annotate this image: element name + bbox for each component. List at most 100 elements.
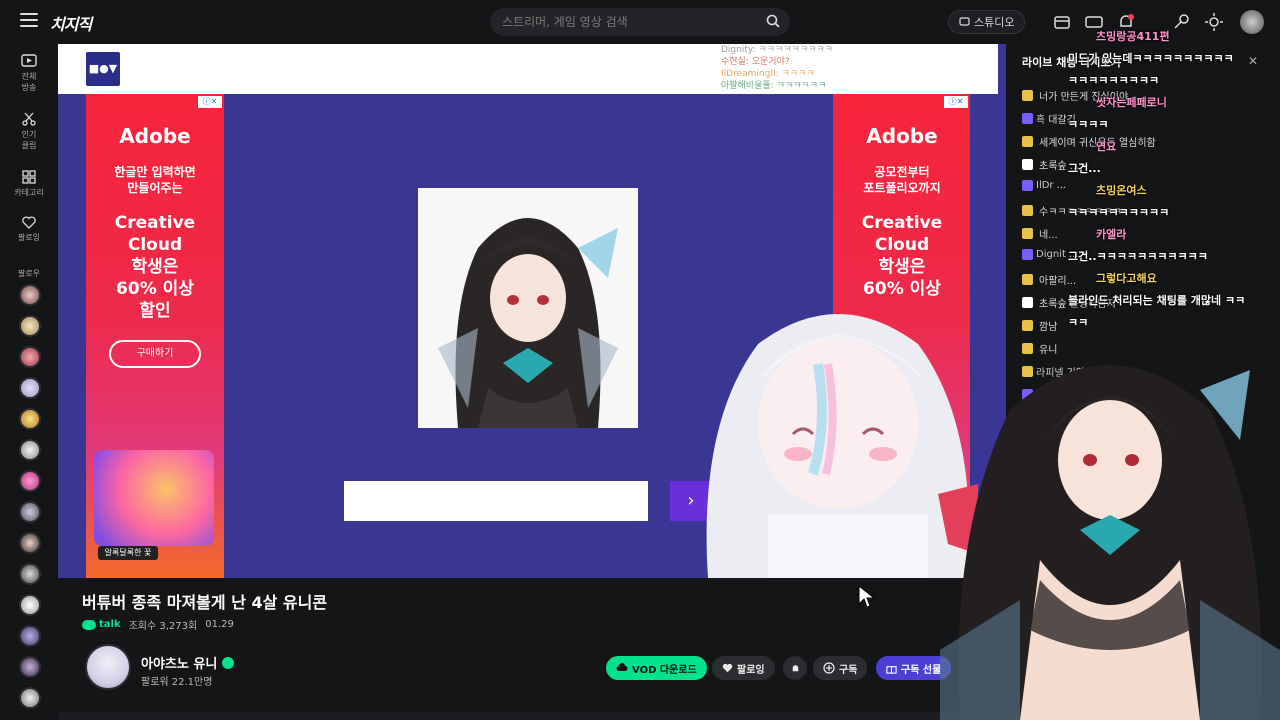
upload-date: 01.29 bbox=[205, 619, 234, 630]
sidebar-item-clips[interactable]: 인기 클립 bbox=[0, 112, 58, 151]
vod-download-button[interactable]: VOD 다운로드 bbox=[606, 656, 707, 680]
chat-text: 아팔리... bbox=[1039, 276, 1077, 287]
overlay-username: 츠밍온여스 bbox=[1096, 184, 1147, 197]
channel-avatar[interactable] bbox=[85, 644, 131, 690]
chat-message: IlDr... bbox=[1022, 180, 1066, 191]
video-title: 버튜버 종족 마져볼게 난 4살 유니콘 bbox=[82, 593, 328, 612]
sun-icon[interactable] bbox=[1204, 12, 1224, 32]
live-icon bbox=[21, 54, 37, 67]
view-count: 조회수 3,273회 bbox=[128, 621, 198, 632]
chat-badge-icon bbox=[1022, 90, 1033, 101]
bell-icon bbox=[792, 664, 798, 671]
followed-channel-avatar[interactable] bbox=[19, 284, 41, 306]
chat-badge-icon bbox=[1022, 228, 1033, 239]
channel-name[interactable]: 아야츠노 유니 bbox=[141, 653, 235, 672]
ad-close-icon[interactable]: ⓘ✕ bbox=[944, 96, 968, 108]
plus-circle-icon bbox=[823, 662, 835, 674]
followed-channel-avatar[interactable] bbox=[19, 656, 41, 678]
ad-text: 공모전부터 포트폴리오까지 bbox=[863, 165, 941, 195]
followed-channel-avatar[interactable] bbox=[19, 377, 41, 399]
vtuber-overlay-avatar bbox=[940, 365, 1280, 720]
ad-product: Creative Cloud 학생은 60% 이상 할인 bbox=[114, 213, 196, 321]
cloud-download-icon bbox=[616, 663, 628, 671]
overlay-chat-line: Dignity: ㅋㅋㅋㅋㅋㅋㅋㅋㅋ bbox=[721, 45, 833, 55]
overlay-chat-message: 블라인드 처리되는 채팅를 개많네 ㅋㅋ bbox=[1068, 292, 1245, 308]
ad-brand: Adobe bbox=[119, 124, 191, 148]
follower-count: 팔로워 22.1만명 bbox=[141, 677, 213, 688]
ad-buy-button[interactable]: 구매하기 bbox=[109, 340, 201, 368]
ad-illustration bbox=[94, 450, 214, 546]
category-icon bbox=[22, 170, 36, 184]
overlay-chat-message: ㅋㅋㅋㅋㅋㅋㅋㅋㅋㅋ bbox=[1068, 204, 1169, 220]
overlay-username: 연요 bbox=[1096, 140, 1117, 153]
followed-channel-avatar[interactable] bbox=[19, 346, 41, 368]
chat-badge-icon bbox=[1022, 113, 1033, 124]
overlay-chat-line: IlDreamingII: ㅋㅋㅋㅋ bbox=[721, 69, 815, 79]
chat-username[interactable]: Dignit bbox=[1036, 249, 1066, 260]
followed-channel-avatar[interactable] bbox=[19, 594, 41, 616]
followed-channel-avatar[interactable] bbox=[19, 532, 41, 554]
followed-channel-avatar[interactable] bbox=[19, 470, 41, 492]
followed-channel-avatar[interactable] bbox=[19, 408, 41, 430]
talk-icon bbox=[82, 619, 96, 630]
followed-channel-avatar[interactable] bbox=[19, 687, 41, 709]
ad-brand: Adobe bbox=[866, 124, 938, 148]
sidebar-item-label: 전체 방송 bbox=[21, 72, 37, 92]
follow-section-title: 팔로우 bbox=[17, 269, 41, 278]
overlay-chat-line: 수현실: 오운거야? bbox=[721, 57, 790, 67]
close-icon[interactable]: ✕ bbox=[1248, 54, 1258, 68]
sidebar-item-label: 카테고리 bbox=[14, 188, 44, 197]
followed-channel-avatar[interactable] bbox=[19, 315, 41, 337]
channel-name-text: 아야츠노 유니 bbox=[141, 657, 218, 672]
chat-badge-icon bbox=[1022, 136, 1033, 147]
followed-channel-avatar[interactable] bbox=[19, 625, 41, 647]
profile-avatar[interactable] bbox=[1240, 10, 1264, 34]
sidebar-item-category[interactable]: 카테고리 bbox=[0, 170, 58, 198]
box-icon[interactable] bbox=[1052, 12, 1072, 32]
overlay-chat-message: ㅋㅋ bbox=[1068, 314, 1088, 330]
sidebar-item-following[interactable]: 팔로잉 bbox=[0, 216, 58, 243]
chat-badge-icon bbox=[1022, 205, 1033, 216]
followed-channel-avatar[interactable] bbox=[19, 563, 41, 585]
category-badge[interactable]: talk bbox=[82, 619, 121, 630]
clip-icon bbox=[22, 112, 36, 126]
chat-username[interactable]: 흑 bbox=[1036, 111, 1045, 126]
subscribe-button[interactable]: 구독 bbox=[813, 656, 868, 680]
followed-channel-avatar[interactable] bbox=[19, 439, 41, 461]
stream-text-input[interactable] bbox=[344, 481, 648, 521]
sidebar-item-live[interactable]: 전체 방송 bbox=[0, 54, 58, 93]
notification-button[interactable] bbox=[783, 656, 807, 680]
follow-button[interactable]: 팔로잉 bbox=[712, 656, 775, 680]
studio-button[interactable]: 스튜디오 bbox=[948, 10, 1026, 34]
studio-label: 스튜디오 bbox=[974, 16, 1015, 29]
menu-icon[interactable] bbox=[20, 13, 38, 27]
key-icon[interactable] bbox=[1172, 12, 1192, 32]
site-logo: ■●▼ bbox=[86, 52, 120, 86]
category-label: talk bbox=[99, 619, 121, 630]
mouse-cursor-icon bbox=[858, 585, 876, 608]
vod-label: VOD 다운로드 bbox=[632, 664, 697, 676]
search-bar[interactable] bbox=[490, 8, 790, 36]
ad-close-icon[interactable]: ⓘ✕ bbox=[198, 96, 222, 108]
left-ad-banner[interactable]: ⓘ✕ Adobe 한글만 입력하면 만들어주는 Creative Cloud 학… bbox=[86, 94, 224, 578]
followed-channel-avatar[interactable] bbox=[19, 501, 41, 523]
app-logo[interactable]: 치지직 bbox=[50, 11, 92, 35]
chat-username[interactable]: IlDr bbox=[1036, 180, 1054, 191]
search-icon[interactable] bbox=[766, 14, 780, 28]
video-player[interactable]: ■●▼ Dignity: ㅋㅋㅋㅋㅋㅋㅋㅋㅋ 수현실: 오운거야? IlDrea… bbox=[58, 44, 1006, 578]
overlay-chat-line: 아팔해바울풀: ㅋㅋㅋㅋㅋㅋ bbox=[721, 81, 827, 91]
heart-icon bbox=[722, 663, 733, 673]
character-portrait bbox=[418, 188, 638, 428]
ad-text: 한글만 입력하면 만들어주는 bbox=[114, 165, 196, 195]
chat-message: 네... bbox=[1022, 226, 1058, 241]
overlay-chat-message: 그건... bbox=[1068, 160, 1101, 176]
overlay-text: 블라인드 처리되는 채팅를 개많네 ㅋㅋ bbox=[1068, 294, 1246, 307]
chat-message: 세계이며 귀신운동 열심히함 bbox=[1022, 134, 1156, 149]
chat-badge-icon bbox=[1022, 249, 1033, 260]
chat-text: ... bbox=[1056, 180, 1067, 191]
search-input[interactable] bbox=[502, 13, 752, 31]
overlay-chat-message: 연요 bbox=[1096, 138, 1116, 154]
chat-badge-icon bbox=[1022, 297, 1033, 308]
overlay-text: ㅋㅋ bbox=[1068, 316, 1089, 329]
overlay-text: 미드가 있는데ㅋㅋㅋㅋㅋㅋㅋㅋㅋㅋ bbox=[1068, 52, 1234, 65]
